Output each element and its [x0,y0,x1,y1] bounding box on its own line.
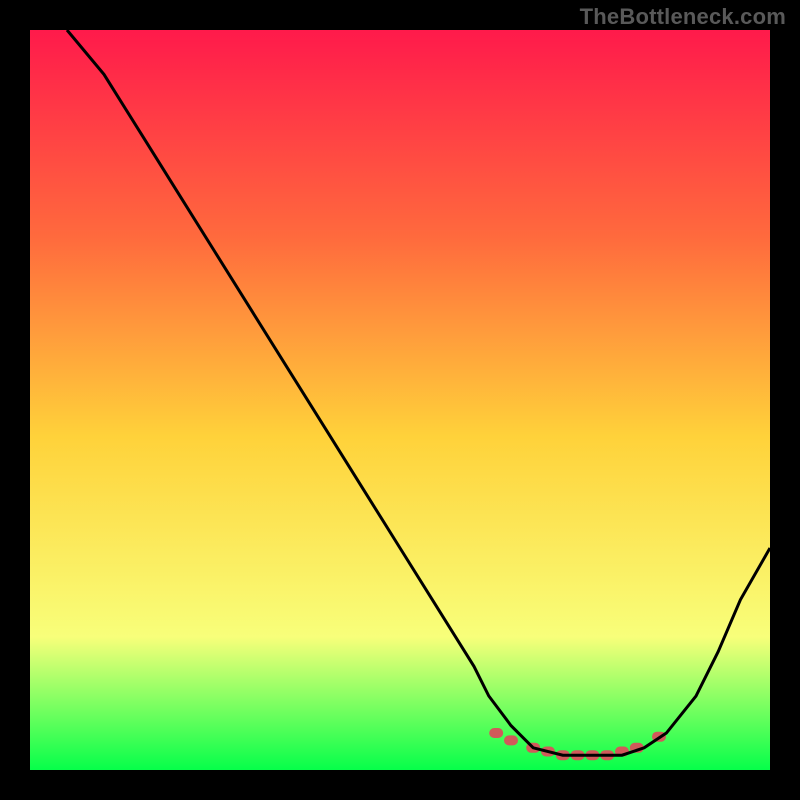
trough-marker [489,728,503,738]
gradient-bg [30,30,770,770]
trough-marker [504,735,518,745]
chart-svg [30,30,770,770]
watermark-text: TheBottleneck.com [580,4,786,30]
chart-canvas [30,30,770,770]
